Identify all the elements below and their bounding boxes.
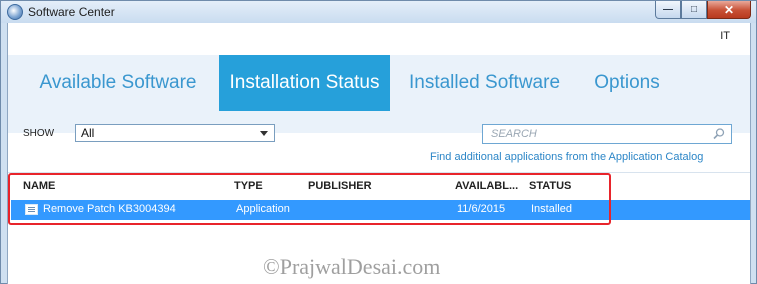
tab-installed-software[interactable]: Installed Software	[403, 55, 566, 111]
show-filter-value: All	[81, 126, 95, 140]
software-center-window: Software Center — □ ✕ IT Available Softw…	[0, 0, 757, 284]
chevron-down-icon	[260, 131, 268, 136]
tab-installation-status[interactable]: Installation Status	[219, 55, 390, 111]
window-controls: — □ ✕	[655, 1, 751, 19]
client-area: IT Available Software Installation Statu…	[7, 23, 751, 284]
show-filter-dropdown[interactable]: All	[75, 124, 275, 142]
minimize-icon: —	[663, 4, 673, 15]
software-center-icon	[7, 4, 23, 20]
application-catalog-link[interactable]: Find additional applications from the Ap…	[430, 151, 703, 163]
tab-options[interactable]: Options	[582, 55, 672, 111]
search-icon[interactable]	[712, 127, 726, 141]
close-button[interactable]: ✕	[707, 1, 751, 19]
user-initials: IT	[720, 30, 730, 42]
tab-available-software[interactable]: Available Software	[33, 55, 203, 111]
title-bar[interactable]: Software Center — □ ✕	[1, 1, 756, 23]
annotation-highlight-box	[8, 173, 611, 225]
close-icon: ✕	[723, 2, 735, 17]
tab-bar: Available Software Installation Status I…	[8, 55, 750, 133]
maximize-button[interactable]: □	[681, 1, 707, 19]
show-label: SHOW	[23, 128, 55, 139]
minimize-button[interactable]: —	[655, 1, 681, 19]
maximize-icon: □	[690, 4, 698, 15]
watermark: ©PrajwalDesai.com	[263, 254, 441, 279]
search-box	[482, 124, 732, 144]
window-title: Software Center	[28, 5, 115, 19]
search-input[interactable]	[483, 125, 708, 143]
